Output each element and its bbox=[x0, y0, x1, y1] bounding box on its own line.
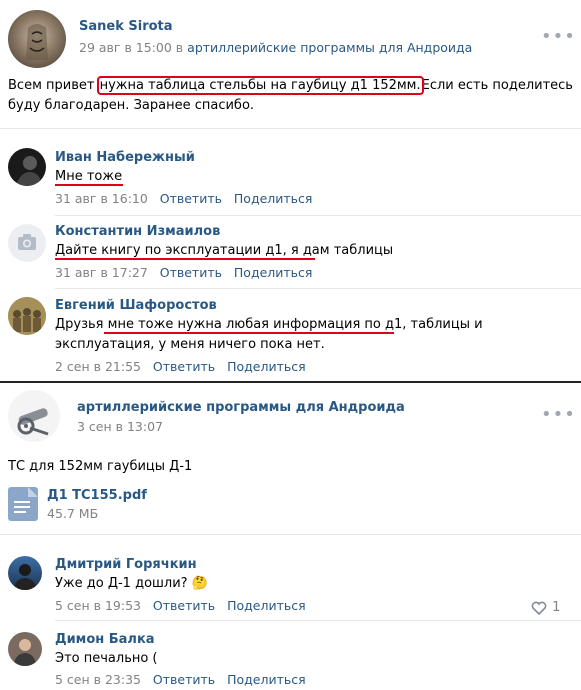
comment-author[interactable]: Димон Балка bbox=[55, 632, 155, 647]
comment-meta: 5 сен в 19:53 Ответить Поделиться bbox=[55, 598, 306, 613]
post-text-highlight: нужна таблица стельбы на гаубицу д1 152м… bbox=[96, 76, 424, 95]
group-avatar[interactable] bbox=[8, 390, 60, 442]
tattoo-back-image bbox=[26, 24, 48, 60]
comment-author[interactable]: Дмитрий Горячкин bbox=[55, 557, 197, 572]
comment-avatar[interactable] bbox=[8, 224, 46, 262]
comment-text-pre: Друзья bbox=[55, 317, 108, 332]
reply-link[interactable]: Ответить bbox=[153, 359, 215, 374]
share-link[interactable]: Поделиться bbox=[234, 265, 313, 280]
separator bbox=[55, 215, 581, 216]
highlight-underline bbox=[104, 332, 394, 334]
share-link[interactable]: Поделиться bbox=[227, 672, 306, 687]
comment-text: Уже до Д-1 дошли? 🤔 bbox=[55, 574, 208, 594]
like-button[interactable]: 1 bbox=[531, 597, 560, 616]
cannon-image bbox=[17, 408, 49, 436]
reply-link[interactable]: Ответить bbox=[160, 265, 222, 280]
post-text: ТС для 152мм гаубицы Д-1 bbox=[8, 459, 193, 474]
document-name[interactable]: Д1 ТС155.pdf bbox=[47, 488, 147, 503]
comment-text-post: таблицы и bbox=[406, 317, 483, 332]
comment-avatar[interactable] bbox=[8, 556, 42, 590]
share-link[interactable]: Поделиться bbox=[227, 359, 306, 374]
comment-text-line2: эксплуатация, у меня ничего пока нет. bbox=[55, 337, 325, 352]
comment-avatar[interactable] bbox=[8, 297, 46, 335]
comment-avatar[interactable] bbox=[8, 632, 42, 666]
comment-meta: 31 авг в 16:10 Ответить Поделиться bbox=[55, 191, 312, 206]
comment-date[interactable]: 5 сен в 23:35 bbox=[55, 672, 141, 687]
post-date[interactable]: 29 авг в 15:00 bbox=[79, 40, 172, 55]
post-text-line2: буду благодарен. Заранее спасибо. bbox=[8, 98, 255, 113]
comment-author[interactable]: Константин Измаилов bbox=[55, 224, 220, 239]
reply-link[interactable]: Ответить bbox=[153, 672, 215, 687]
post-text-post: Если есть поделитесь bbox=[421, 78, 573, 93]
comment-author[interactable]: Иван Набережный bbox=[55, 150, 195, 165]
comment-meta: 2 сен в 21:55 Ответить Поделиться bbox=[55, 359, 306, 374]
person-photo bbox=[13, 564, 37, 590]
post-author-name[interactable]: Sanek Sirota bbox=[79, 19, 173, 34]
more-icon[interactable]: ••• bbox=[541, 406, 576, 424]
post-meta: 29 авг в 15:00 в артиллерийские программ… bbox=[79, 40, 472, 55]
separator bbox=[0, 534, 581, 535]
post-group-link[interactable]: артиллерийские программы для Андроида bbox=[187, 40, 472, 55]
document-size: 45.7 МБ bbox=[47, 506, 99, 521]
highlight-underline bbox=[55, 258, 315, 260]
reply-link[interactable]: Ответить bbox=[153, 598, 215, 613]
more-icon[interactable]: ••• bbox=[541, 28, 576, 46]
comment-text: Друзья мне тоже нужна любая информация п… bbox=[55, 315, 575, 355]
separator bbox=[0, 128, 581, 129]
person-photo bbox=[13, 639, 37, 666]
comment-date[interactable]: 31 авг в 17:27 bbox=[55, 265, 148, 280]
comment-meta: 5 сен в 23:35 Ответить Поделиться bbox=[55, 672, 306, 687]
post-text: Всем привет нужна таблица стельбы на гау… bbox=[8, 76, 578, 116]
share-link[interactable]: Поделиться bbox=[234, 191, 313, 206]
comment-text-mid: мне тоже нужна любая информация по д1, bbox=[107, 317, 407, 332]
comment-meta: 31 авг в 17:27 Ответить Поделиться bbox=[55, 265, 312, 280]
post-author-avatar[interactable] bbox=[8, 10, 66, 68]
camera-icon bbox=[18, 234, 36, 250]
reply-link[interactable]: Ответить bbox=[160, 191, 222, 206]
group-photo bbox=[8, 297, 46, 335]
post-date[interactable]: 3 сен в 13:07 bbox=[77, 419, 163, 434]
share-link[interactable]: Поделиться bbox=[227, 598, 306, 613]
highlight-underline bbox=[55, 184, 123, 186]
comment-date[interactable]: 2 сен в 21:55 bbox=[55, 359, 141, 374]
document-icon bbox=[8, 487, 38, 521]
comment-author[interactable]: Евгений Шафоростов bbox=[55, 298, 217, 313]
comment-date[interactable]: 31 авг в 16:10 bbox=[55, 191, 148, 206]
heart-icon bbox=[531, 601, 547, 615]
comment-text-body: Уже до Д-1 дошли? bbox=[55, 576, 188, 591]
comment-text: Это печально ( bbox=[55, 651, 158, 666]
thinking-emoji-icon: 🤔 bbox=[191, 576, 208, 591]
post-in-word: в bbox=[175, 40, 184, 55]
comment-date[interactable]: 5 сен в 19:53 bbox=[55, 598, 141, 613]
group-name[interactable]: артиллерийские программы для Андроида bbox=[77, 400, 405, 415]
like-count: 1 bbox=[552, 600, 561, 615]
post-text-pre: Всем привет bbox=[8, 78, 99, 93]
person-photo bbox=[16, 156, 42, 186]
post-divider bbox=[0, 381, 581, 383]
separator bbox=[55, 620, 581, 621]
separator bbox=[55, 288, 581, 289]
comment-avatar[interactable] bbox=[8, 148, 46, 186]
document-attachment[interactable]: Д1 ТС155.pdf 45.7 МБ bbox=[8, 487, 308, 523]
